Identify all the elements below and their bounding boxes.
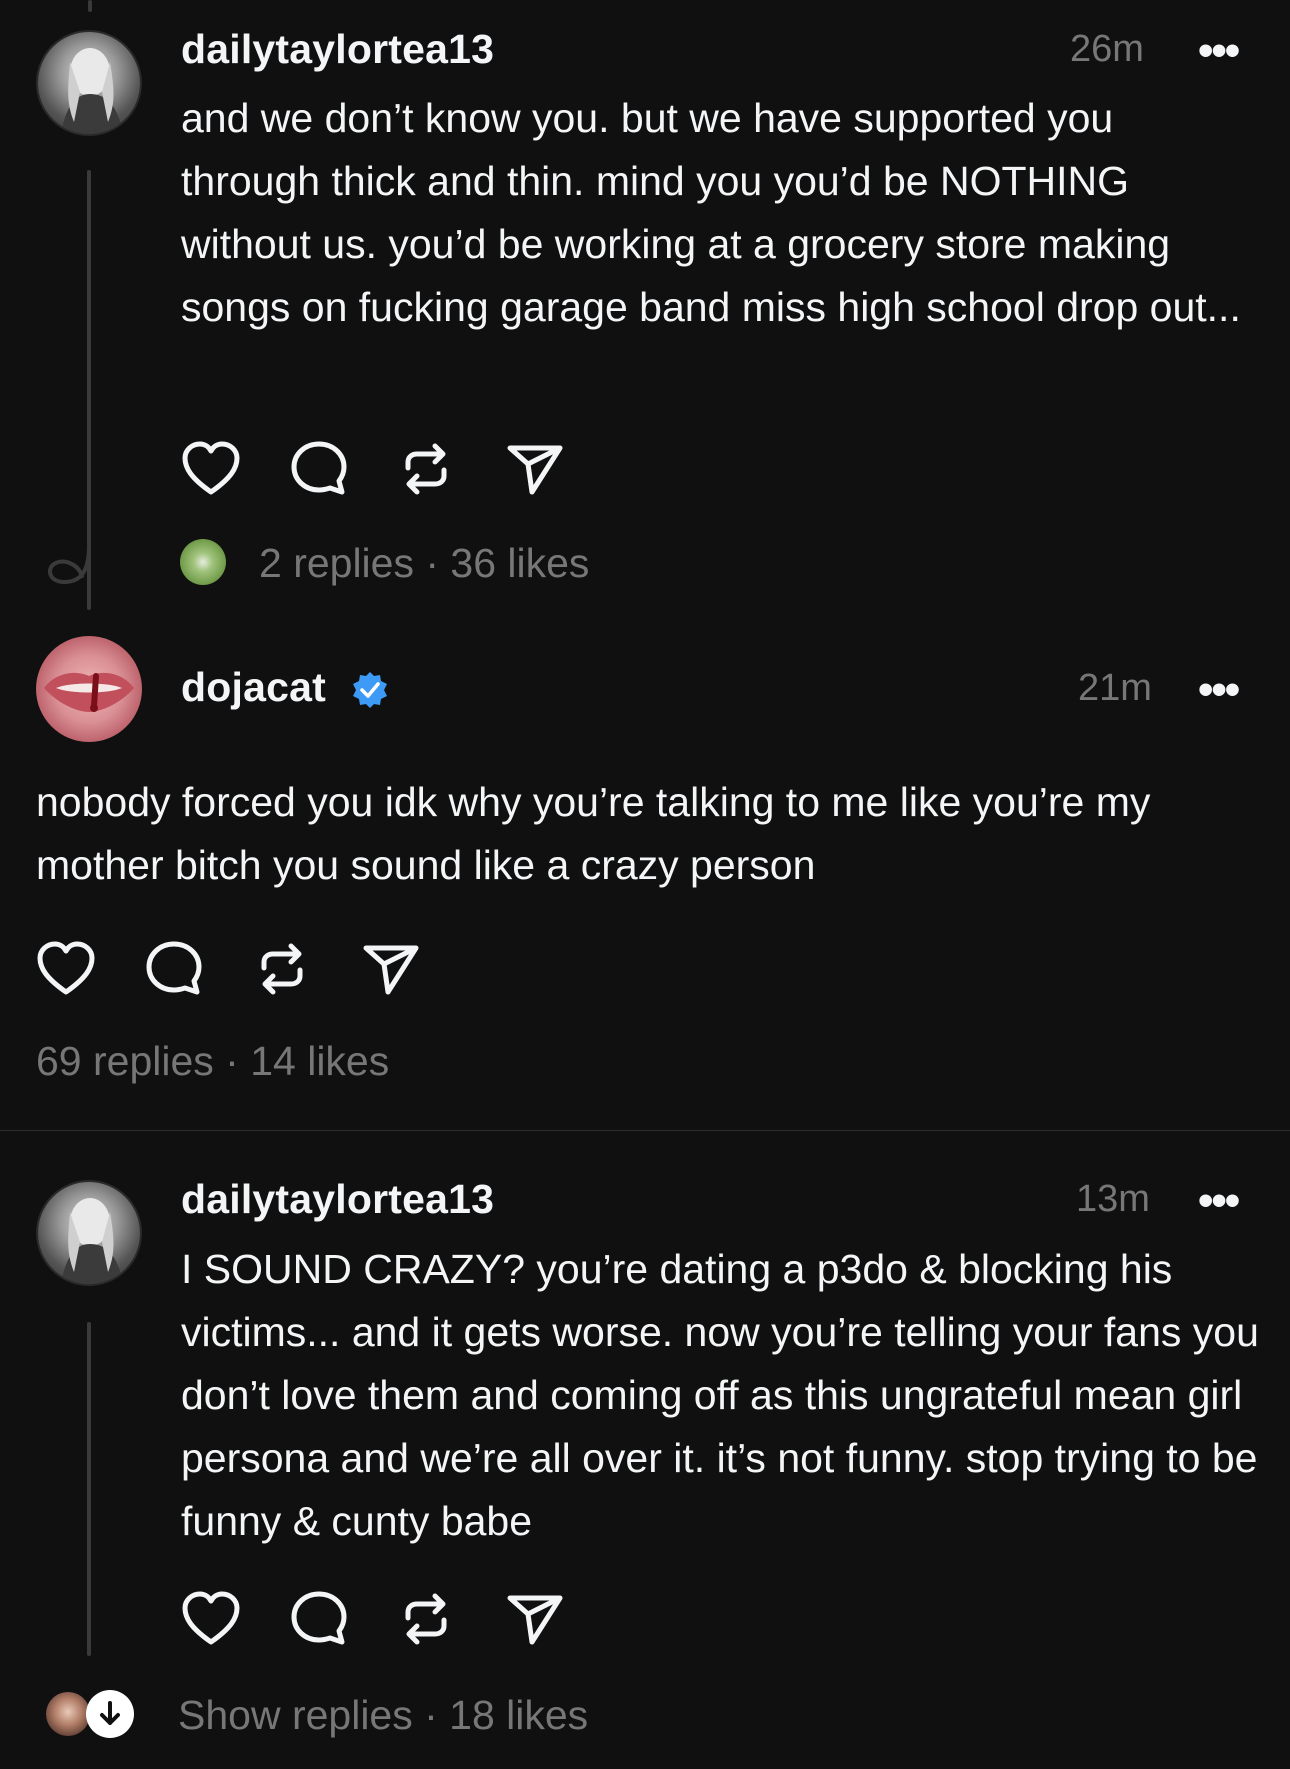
avatar[interactable] <box>36 30 142 136</box>
replies-likes-count[interactable]: 69 replies · 14 likes <box>36 1038 389 1085</box>
username[interactable]: dailytaylortea13 <box>181 1176 494 1223</box>
comment-icon[interactable] <box>145 940 203 996</box>
post-text: nobody forced you idk why you’re talking… <box>36 779 1151 888</box>
avatar[interactable] <box>36 636 142 742</box>
heart-icon[interactable] <box>181 440 241 496</box>
heart-icon[interactable] <box>36 940 96 996</box>
timestamp: 21m <box>1078 667 1152 709</box>
thread-line-top-stub <box>88 0 92 12</box>
comment-icon[interactable] <box>290 440 348 496</box>
username[interactable]: dailytaylortea13 <box>181 26 494 73</box>
verified-badge-icon <box>350 670 390 710</box>
heart-icon[interactable] <box>181 1590 241 1646</box>
send-icon[interactable] <box>506 442 564 496</box>
repost-icon[interactable] <box>398 440 454 498</box>
timestamp: 26m <box>1070 28 1144 70</box>
avatar[interactable] <box>36 1180 142 1286</box>
show-replies-link[interactable]: Show replies · 18 likes <box>178 1692 588 1739</box>
replies-likes-count[interactable]: 2 replies · 36 likes <box>259 540 589 587</box>
comment-icon[interactable] <box>290 1590 348 1646</box>
divider <box>0 1130 1290 1131</box>
send-icon[interactable] <box>362 942 420 996</box>
post-text: and we don’t know you. but we have suppo… <box>181 95 1241 330</box>
replier-avatar <box>180 539 226 585</box>
more-options-icon[interactable]: ••• <box>1198 29 1240 73</box>
repost-icon[interactable] <box>398 1590 454 1648</box>
replier-avatar <box>46 1692 90 1736</box>
send-icon[interactable] <box>506 1592 564 1646</box>
more-options-icon[interactable]: ••• <box>1198 668 1240 712</box>
post-text: I SOUND CRAZY? you’re dating a p3do & bl… <box>181 1246 1259 1544</box>
repost-icon[interactable] <box>254 940 310 998</box>
arrow-down-icon[interactable] <box>86 1690 134 1738</box>
username[interactable]: dojacat <box>181 664 326 711</box>
thread-curl-icon <box>42 540 102 595</box>
more-options-icon[interactable]: ••• <box>1198 1179 1240 1223</box>
thread-line <box>87 1322 91 1656</box>
timestamp: 13m <box>1076 1178 1150 1220</box>
